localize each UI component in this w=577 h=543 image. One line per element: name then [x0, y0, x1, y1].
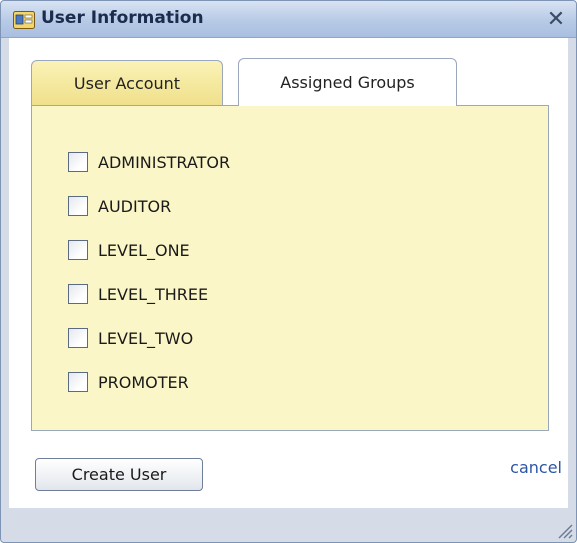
group-item-level-one[interactable]: LEVEL_ONE: [68, 228, 230, 272]
group-item-auditor[interactable]: AUDITOR: [68, 184, 230, 228]
create-user-button[interactable]: Create User: [35, 458, 203, 491]
group-label: LEVEL_THREE: [98, 284, 209, 304]
group-item-level-three[interactable]: LEVEL_THREE: [68, 272, 230, 316]
group-checkbox[interactable]: [68, 328, 88, 348]
group-label: LEVEL_ONE: [98, 240, 190, 260]
group-label: AUDITOR: [98, 196, 172, 216]
title-bar[interactable]: User Information ✕: [1, 1, 576, 38]
dialog-title: User Information: [41, 8, 204, 28]
resize-grip-icon[interactable]: [555, 521, 573, 539]
user-information-dialog: User Information ✕ User Account Assigned…: [0, 0, 577, 543]
group-checkbox[interactable]: [68, 196, 88, 216]
group-checkbox[interactable]: [68, 372, 88, 392]
group-label: PROMOTER: [98, 372, 189, 392]
group-checkbox[interactable]: [68, 240, 88, 260]
close-icon[interactable]: ✕: [542, 5, 570, 33]
tab-assigned-groups[interactable]: Assigned Groups: [238, 58, 457, 106]
group-label: LEVEL_TWO: [98, 328, 194, 348]
user-info-app-icon: [13, 11, 35, 29]
group-item-level-two[interactable]: LEVEL_TWO: [68, 316, 230, 360]
tab-user-account-label: User Account: [73, 74, 181, 93]
cancel-link[interactable]: cancel: [510, 458, 562, 477]
group-list: ADMINISTRATOR AUDITOR LEVEL_ONE LEVEL_TH…: [68, 140, 230, 404]
group-item-administrator[interactable]: ADMINISTRATOR: [68, 140, 230, 184]
assigned-groups-panel: ADMINISTRATOR AUDITOR LEVEL_ONE LEVEL_TH…: [31, 105, 549, 431]
tab-user-account[interactable]: User Account: [31, 60, 223, 106]
group-checkbox[interactable]: [68, 152, 88, 172]
group-label: ADMINISTRATOR: [98, 152, 231, 172]
tab-assigned-groups-label: Assigned Groups: [280, 73, 415, 92]
group-checkbox[interactable]: [68, 284, 88, 304]
group-item-promoter[interactable]: PROMOTER: [68, 360, 230, 404]
dialog-body: User Account Assigned Groups ADMINISTRAT…: [9, 38, 568, 508]
